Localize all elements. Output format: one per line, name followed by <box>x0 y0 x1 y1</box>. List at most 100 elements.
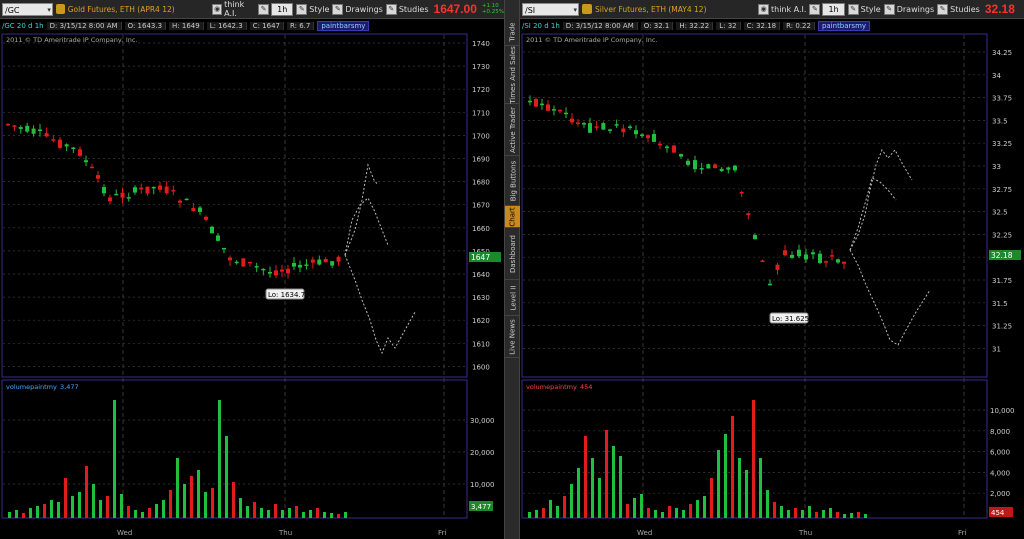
candle-body <box>274 270 278 276</box>
volume-bar <box>710 478 713 518</box>
volume-bar <box>668 506 671 518</box>
candle-body <box>184 198 189 201</box>
volume-bar <box>598 478 601 518</box>
volume-bar <box>563 496 566 518</box>
candle-body <box>84 160 88 163</box>
candle-body <box>558 109 562 112</box>
candle-body <box>96 175 100 179</box>
candle-body <box>64 144 69 147</box>
price-axis-label: 33 <box>992 163 1001 171</box>
side-tab-times-and-sales[interactable]: Times And Sales <box>505 46 521 104</box>
candle-body <box>534 99 538 107</box>
price-axis-label: 32.5 <box>992 209 1008 217</box>
volume-bar <box>64 478 67 518</box>
price-axis-label: 1670 <box>472 202 490 210</box>
volume-bar <box>605 430 608 518</box>
volume-bar <box>316 508 319 518</box>
volume-axis-label: 10,000 <box>990 407 1015 415</box>
side-tab-dashboard[interactable]: Dashboard <box>505 228 521 280</box>
candle-body <box>198 207 202 212</box>
candle-body <box>628 126 632 128</box>
volume-bar <box>162 500 165 518</box>
price-axis-label: 1600 <box>472 363 490 371</box>
price-axis-label: 33.5 <box>992 117 1008 125</box>
side-tab-level-ii[interactable]: Level II <box>505 280 521 316</box>
volume-bar <box>577 468 580 518</box>
volume-bar <box>218 400 221 518</box>
candle-body <box>18 127 23 129</box>
volume-bar <box>50 500 53 518</box>
candle-body <box>25 125 30 132</box>
volume-bar <box>556 506 559 518</box>
price-axis-label: 33.75 <box>992 95 1012 103</box>
volume-bar <box>134 510 137 518</box>
price-axis-label: 1710 <box>472 109 490 117</box>
candle-body <box>818 253 822 263</box>
silver-price-chart[interactable]: 2011 © TD Ameritrade IP Company, Inc. 34.… <box>520 0 1024 539</box>
volume-bar <box>288 508 291 518</box>
volume-tag: 3,477 <box>471 503 491 511</box>
side-tab-label: Active Trader <box>509 106 518 153</box>
volume-bar <box>246 506 249 518</box>
candle-body <box>665 146 669 149</box>
volume-bar <box>99 500 102 518</box>
side-tab-big-buttons[interactable]: Big Buttons <box>505 156 521 206</box>
candle-body <box>228 257 232 261</box>
price-axis-label: 1700 <box>472 132 490 140</box>
volume-bar <box>745 470 748 518</box>
volume-bar <box>570 484 573 518</box>
candle-body <box>686 160 690 165</box>
price-axis-label: 1730 <box>472 63 490 71</box>
candle-body <box>139 187 144 190</box>
candle-body <box>552 109 556 111</box>
candle-body <box>204 216 208 220</box>
candle-body <box>158 185 162 190</box>
candle-body <box>713 164 717 169</box>
volume-bar <box>239 498 242 518</box>
volume-bar <box>717 450 720 518</box>
candle-body <box>790 254 794 258</box>
gold-price-chart[interactable]: 2011 © TD Ameritrade IP Company, Inc. 174… <box>0 0 504 539</box>
time-axis-label: Wed <box>637 529 652 537</box>
volume-bar <box>759 458 762 518</box>
volume-bar <box>197 470 200 518</box>
volume-axis-label: 2,000 <box>990 490 1010 498</box>
side-tab-live-news[interactable]: Live News <box>505 316 521 358</box>
volume-bar <box>267 510 270 518</box>
volume-bar <box>591 458 594 518</box>
low-label: Lo: 31.625 <box>772 315 809 323</box>
candle-body <box>658 143 662 146</box>
candle-body <box>268 271 272 274</box>
volume-axis-label: 10,000 <box>470 481 495 489</box>
silver-chart-panel[interactable]: /SI ▾ Silver Futures, ETH (MAY4 12) ◉ thin… <box>520 0 1024 539</box>
side-tab-trade[interactable]: Trade <box>505 18 521 46</box>
time-axis-label: Thu <box>798 529 812 537</box>
candle-body <box>746 213 751 216</box>
low-label: Lo: 1634.7 <box>268 291 305 299</box>
candle-body <box>241 258 246 267</box>
candle-body <box>576 122 580 124</box>
price-axis-label: 1640 <box>472 271 490 279</box>
volume-axis-label: 8,000 <box>990 428 1010 436</box>
volume-bar <box>696 500 699 518</box>
volume-bar <box>113 400 116 518</box>
time-axis-label: Wed <box>117 529 132 537</box>
candle-body <box>102 187 106 194</box>
volume-bar <box>682 510 685 518</box>
candle-body <box>760 260 765 263</box>
candle-body <box>78 149 82 156</box>
candle-body <box>330 261 335 266</box>
volume-bar <box>71 496 74 518</box>
volume-bar <box>703 496 706 518</box>
side-tab-active-trader[interactable]: Active Trader <box>505 104 521 156</box>
volume-bar <box>836 512 839 518</box>
candle-body <box>679 154 683 157</box>
price-axis-label: 32.75 <box>992 186 1012 194</box>
candle-body <box>44 133 49 137</box>
volume-bar <box>85 466 88 518</box>
gold-chart-panel[interactable]: /GC ▾ Gold Futures, ETH (APR4 12) ◉ think … <box>0 0 504 539</box>
volume-bar <box>183 484 186 518</box>
volume-bar <box>225 436 228 518</box>
volume-bar <box>640 494 643 518</box>
side-tab-chart[interactable]: Chart <box>505 206 521 228</box>
